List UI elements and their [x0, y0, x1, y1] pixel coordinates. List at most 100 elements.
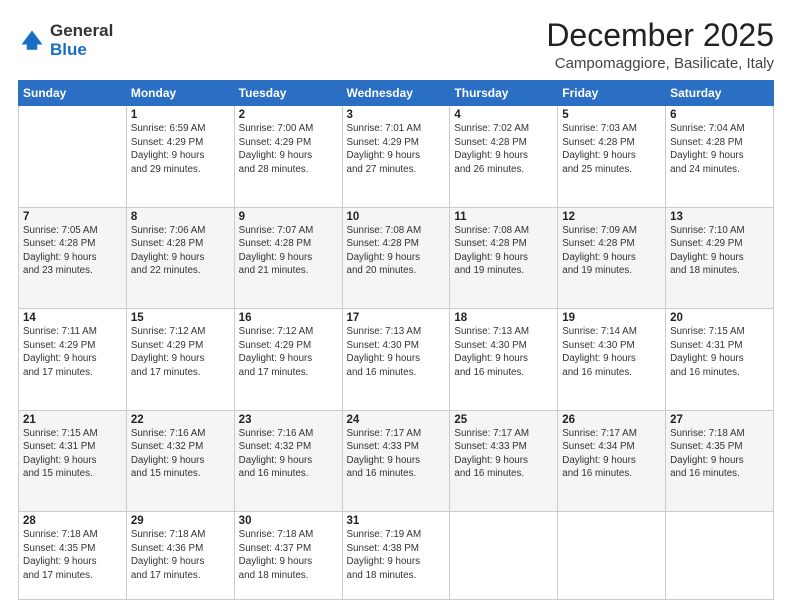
- table-row: 20Sunrise: 7:15 AM Sunset: 4:31 PM Dayli…: [666, 309, 774, 411]
- table-row: 29Sunrise: 7:18 AM Sunset: 4:36 PM Dayli…: [126, 512, 234, 600]
- day-number: 10: [347, 211, 446, 223]
- day-info: Sunrise: 7:15 AM Sunset: 4:31 PM Dayligh…: [670, 325, 769, 379]
- table-row: 30Sunrise: 7:18 AM Sunset: 4:37 PM Dayli…: [234, 512, 342, 600]
- day-number: 31: [347, 515, 446, 527]
- table-row: 15Sunrise: 7:12 AM Sunset: 4:29 PM Dayli…: [126, 309, 234, 411]
- header: General Blue December 2025 Campomaggiore…: [18, 18, 774, 72]
- table-row: 7Sunrise: 7:05 AM Sunset: 4:28 PM Daylig…: [19, 207, 127, 309]
- day-number: 14: [23, 312, 122, 324]
- table-row: 18Sunrise: 7:13 AM Sunset: 4:30 PM Dayli…: [450, 309, 558, 411]
- day-info: Sunrise: 7:06 AM Sunset: 4:28 PM Dayligh…: [131, 224, 230, 278]
- day-number: 3: [347, 109, 446, 121]
- logo-icon: [18, 27, 46, 55]
- table-row: 10Sunrise: 7:08 AM Sunset: 4:28 PM Dayli…: [342, 207, 450, 309]
- table-row: [558, 512, 666, 600]
- header-friday: Friday: [558, 81, 666, 106]
- day-number: 1: [131, 109, 230, 121]
- table-row: 22Sunrise: 7:16 AM Sunset: 4:32 PM Dayli…: [126, 410, 234, 512]
- table-row: 5Sunrise: 7:03 AM Sunset: 4:28 PM Daylig…: [558, 106, 666, 208]
- day-info: Sunrise: 7:13 AM Sunset: 4:30 PM Dayligh…: [454, 325, 553, 379]
- table-row: 21Sunrise: 7:15 AM Sunset: 4:31 PM Dayli…: [19, 410, 127, 512]
- table-row: 19Sunrise: 7:14 AM Sunset: 4:30 PM Dayli…: [558, 309, 666, 411]
- logo: General Blue: [18, 22, 113, 59]
- day-number: 17: [347, 312, 446, 324]
- day-info: Sunrise: 7:12 AM Sunset: 4:29 PM Dayligh…: [131, 325, 230, 379]
- table-row: 4Sunrise: 7:02 AM Sunset: 4:28 PM Daylig…: [450, 106, 558, 208]
- day-info: Sunrise: 7:00 AM Sunset: 4:29 PM Dayligh…: [239, 122, 338, 176]
- day-number: 19: [562, 312, 661, 324]
- day-info: Sunrise: 7:12 AM Sunset: 4:29 PM Dayligh…: [239, 325, 338, 379]
- day-number: 7: [23, 211, 122, 223]
- header-thursday: Thursday: [450, 81, 558, 106]
- day-number: 2: [239, 109, 338, 121]
- day-info: Sunrise: 7:17 AM Sunset: 4:33 PM Dayligh…: [347, 427, 446, 481]
- day-number: 26: [562, 414, 661, 426]
- day-number: 27: [670, 414, 769, 426]
- day-number: 5: [562, 109, 661, 121]
- day-info: Sunrise: 7:01 AM Sunset: 4:29 PM Dayligh…: [347, 122, 446, 176]
- day-number: 8: [131, 211, 230, 223]
- header-wednesday: Wednesday: [342, 81, 450, 106]
- day-info: Sunrise: 6:59 AM Sunset: 4:29 PM Dayligh…: [131, 122, 230, 176]
- header-sunday: Sunday: [19, 81, 127, 106]
- table-row: 9Sunrise: 7:07 AM Sunset: 4:28 PM Daylig…: [234, 207, 342, 309]
- page: General Blue December 2025 Campomaggiore…: [0, 0, 792, 612]
- table-row: 12Sunrise: 7:09 AM Sunset: 4:28 PM Dayli…: [558, 207, 666, 309]
- day-info: Sunrise: 7:18 AM Sunset: 4:37 PM Dayligh…: [239, 528, 338, 582]
- day-info: Sunrise: 7:13 AM Sunset: 4:30 PM Dayligh…: [347, 325, 446, 379]
- day-number: 13: [670, 211, 769, 223]
- day-info: Sunrise: 7:08 AM Sunset: 4:28 PM Dayligh…: [347, 224, 446, 278]
- table-row: 27Sunrise: 7:18 AM Sunset: 4:35 PM Dayli…: [666, 410, 774, 512]
- day-info: Sunrise: 7:16 AM Sunset: 4:32 PM Dayligh…: [131, 427, 230, 481]
- table-row: 13Sunrise: 7:10 AM Sunset: 4:29 PM Dayli…: [666, 207, 774, 309]
- day-info: Sunrise: 7:07 AM Sunset: 4:28 PM Dayligh…: [239, 224, 338, 278]
- day-number: 6: [670, 109, 769, 121]
- day-number: 21: [23, 414, 122, 426]
- day-number: 12: [562, 211, 661, 223]
- table-row: [666, 512, 774, 600]
- day-info: Sunrise: 7:18 AM Sunset: 4:35 PM Dayligh…: [670, 427, 769, 481]
- table-row: 6Sunrise: 7:04 AM Sunset: 4:28 PM Daylig…: [666, 106, 774, 208]
- table-row: 31Sunrise: 7:19 AM Sunset: 4:38 PM Dayli…: [342, 512, 450, 600]
- day-number: 28: [23, 515, 122, 527]
- logo-text: General Blue: [50, 22, 113, 59]
- day-info: Sunrise: 7:15 AM Sunset: 4:31 PM Dayligh…: [23, 427, 122, 481]
- day-number: 15: [131, 312, 230, 324]
- header-monday: Monday: [126, 81, 234, 106]
- day-number: 25: [454, 414, 553, 426]
- day-info: Sunrise: 7:10 AM Sunset: 4:29 PM Dayligh…: [670, 224, 769, 278]
- table-row: [450, 512, 558, 600]
- day-info: Sunrise: 7:11 AM Sunset: 4:29 PM Dayligh…: [23, 325, 122, 379]
- day-info: Sunrise: 7:17 AM Sunset: 4:34 PM Dayligh…: [562, 427, 661, 481]
- day-number: 24: [347, 414, 446, 426]
- day-number: 23: [239, 414, 338, 426]
- table-row: 3Sunrise: 7:01 AM Sunset: 4:29 PM Daylig…: [342, 106, 450, 208]
- table-row: 28Sunrise: 7:18 AM Sunset: 4:35 PM Dayli…: [19, 512, 127, 600]
- table-row: 24Sunrise: 7:17 AM Sunset: 4:33 PM Dayli…: [342, 410, 450, 512]
- table-row: 2Sunrise: 7:00 AM Sunset: 4:29 PM Daylig…: [234, 106, 342, 208]
- day-info: Sunrise: 7:02 AM Sunset: 4:28 PM Dayligh…: [454, 122, 553, 176]
- day-number: 30: [239, 515, 338, 527]
- day-info: Sunrise: 7:09 AM Sunset: 4:28 PM Dayligh…: [562, 224, 661, 278]
- title-block: December 2025 Campomaggiore, Basilicate,…: [546, 18, 774, 72]
- day-number: 18: [454, 312, 553, 324]
- day-info: Sunrise: 7:05 AM Sunset: 4:28 PM Dayligh…: [23, 224, 122, 278]
- header-tuesday: Tuesday: [234, 81, 342, 106]
- day-info: Sunrise: 7:16 AM Sunset: 4:32 PM Dayligh…: [239, 427, 338, 481]
- table-row: 8Sunrise: 7:06 AM Sunset: 4:28 PM Daylig…: [126, 207, 234, 309]
- calendar-table: Sunday Monday Tuesday Wednesday Thursday…: [18, 80, 774, 600]
- logo-blue: Blue: [50, 41, 113, 60]
- day-number: 29: [131, 515, 230, 527]
- day-number: 11: [454, 211, 553, 223]
- header-saturday: Saturday: [666, 81, 774, 106]
- table-row: 14Sunrise: 7:11 AM Sunset: 4:29 PM Dayli…: [19, 309, 127, 411]
- day-number: 9: [239, 211, 338, 223]
- table-row: 23Sunrise: 7:16 AM Sunset: 4:32 PM Dayli…: [234, 410, 342, 512]
- table-row: 17Sunrise: 7:13 AM Sunset: 4:30 PM Dayli…: [342, 309, 450, 411]
- logo-general: General: [50, 22, 113, 41]
- day-number: 20: [670, 312, 769, 324]
- day-info: Sunrise: 7:08 AM Sunset: 4:28 PM Dayligh…: [454, 224, 553, 278]
- day-info: Sunrise: 7:19 AM Sunset: 4:38 PM Dayligh…: [347, 528, 446, 582]
- day-info: Sunrise: 7:18 AM Sunset: 4:36 PM Dayligh…: [131, 528, 230, 582]
- month-title: December 2025: [546, 18, 774, 53]
